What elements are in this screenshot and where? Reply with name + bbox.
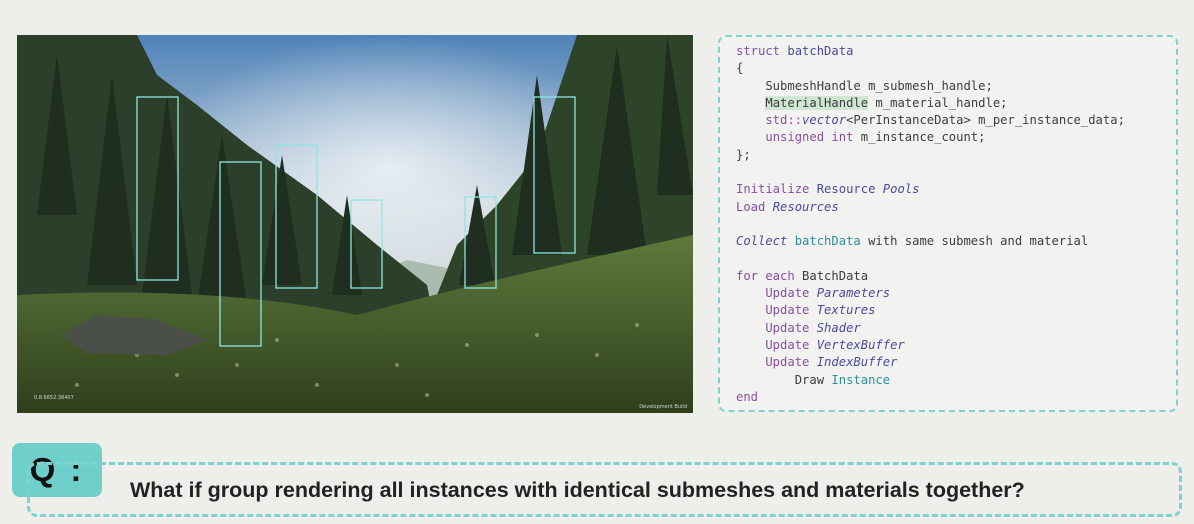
- code-line: Update Shader: [736, 320, 1125, 337]
- code-token: Parameters: [816, 286, 891, 301]
- code-token: Resources: [772, 199, 839, 214]
- code-token: Initialize: [736, 182, 817, 197]
- code-token: Instance: [831, 372, 891, 387]
- code-token: unsigned int: [765, 130, 861, 145]
- code-line: Draw Instance: [736, 372, 1125, 389]
- code-token: with same submesh and material: [868, 234, 1089, 249]
- code-token: Draw: [736, 372, 832, 387]
- code-token: Update: [736, 286, 817, 301]
- code-token: end: [736, 389, 759, 404]
- code-token: BatchData: [802, 268, 869, 283]
- code-line: Initialize Resource Pools: [736, 181, 1125, 198]
- code-line: {: [736, 60, 1125, 77]
- code-block: struct batchData{ SubmeshHandle m_submes…: [736, 43, 1125, 406]
- question-text: What if group rendering all instances wi…: [130, 478, 1025, 502]
- code-token: Textures: [816, 303, 876, 318]
- code-token: Update: [736, 303, 817, 318]
- code-line: Update Parameters: [736, 285, 1125, 302]
- code-line: struct batchData: [736, 43, 1125, 60]
- code-token: Shader: [816, 320, 861, 335]
- code-token: SubmeshHandle m_submesh_handle;: [736, 78, 993, 93]
- code-line: std::vector<PerInstanceData> m_per_insta…: [736, 112, 1125, 129]
- code-token: Collect: [736, 234, 795, 249]
- code-token: <PerInstanceData> m_per_instance_data;: [846, 113, 1125, 128]
- code-token: VertexBuffer: [816, 338, 905, 353]
- code-token: Update: [736, 355, 817, 370]
- forest-scene-image: 0.8.6652.38407 Development Build: [17, 35, 693, 413]
- code-line: Update Textures: [736, 302, 1125, 319]
- code-token: Resource: [816, 182, 883, 197]
- version-label: 0.8.6652.38407: [34, 395, 74, 401]
- code-line: Load Resources: [736, 199, 1125, 216]
- code-line: Update IndexBuffer: [736, 354, 1125, 371]
- code-line: Collect batchData with same submesh and …: [736, 233, 1125, 250]
- code-token: IndexBuffer: [816, 355, 898, 370]
- code-token: {: [736, 61, 744, 76]
- code-token: m_material_handle;: [868, 95, 1008, 110]
- code-token: MaterialHandle: [765, 95, 869, 110]
- code-panel: struct batchData{ SubmeshHandle m_submes…: [718, 35, 1178, 412]
- code-token: m_instance_count;: [860, 130, 986, 145]
- code-line: SubmeshHandle m_submesh_handle;: [736, 78, 1125, 95]
- code-token: Update: [736, 338, 817, 353]
- code-line: for each BatchData: [736, 268, 1125, 285]
- code-line: };: [736, 147, 1125, 164]
- code-token: Update: [736, 320, 817, 335]
- code-token: std::: [736, 113, 803, 128]
- code-line: Update VertexBuffer: [736, 337, 1125, 354]
- code-line: end: [736, 389, 1125, 406]
- code-token: };: [736, 147, 751, 162]
- build-label: Development Build: [639, 404, 687, 410]
- code-line: unsigned int m_instance_count;: [736, 129, 1125, 146]
- code-token: Pools: [882, 182, 920, 197]
- code-token: vector: [802, 113, 847, 128]
- code-token: batchData: [787, 44, 854, 58]
- code-token: Load: [736, 199, 773, 214]
- code-token: batchData: [794, 234, 869, 249]
- code-token: struct: [736, 44, 788, 58]
- code-line: MaterialHandle m_material_handle;: [736, 95, 1125, 112]
- forest-scene-graphic: [17, 35, 693, 413]
- code-token: for each: [736, 268, 803, 283]
